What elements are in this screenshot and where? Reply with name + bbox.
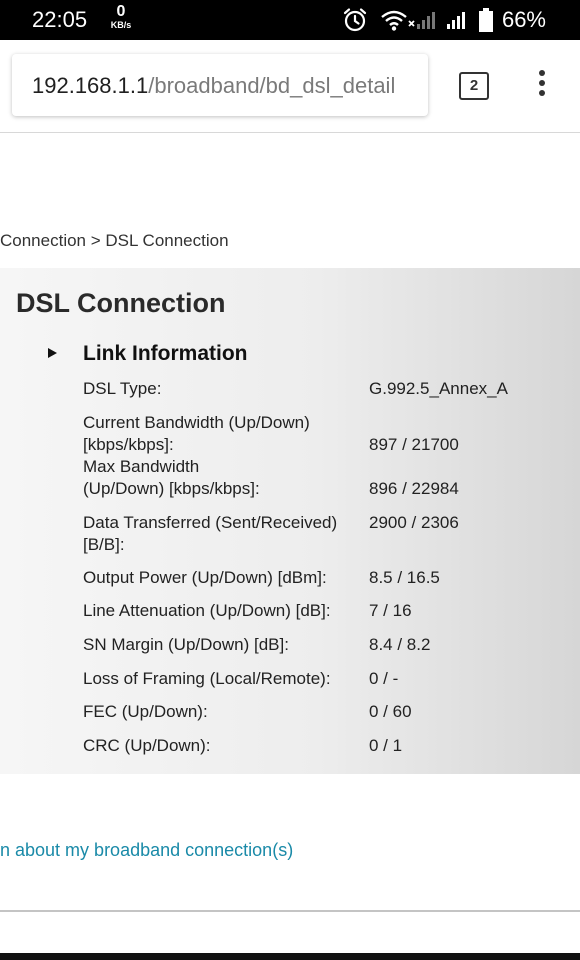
row-label-output-power: Output Power (Up/Down) [dBm]: [83,568,327,587]
row-label-current-bandwidth: Current Bandwidth (Up/Down) [kbps/kbps]: [83,413,310,454]
breadcrumb: Connection > DSL Connection [0,231,229,250]
row-value-fec: 0 / 60 [369,702,412,721]
row-label-crc: CRC (Up/Down): [83,736,211,755]
url-host: 192.168.1.1 [32,73,149,98]
row-value-output-power: 8.5 / 16.5 [369,568,440,587]
url-path: /broadband/bd_dsl_detail [148,73,396,98]
alarm-icon [342,7,368,33]
row-value-dsl-type: G.992.5_Annex_A [369,379,508,398]
row-value-max-bandwidth: 896 / 22984 [369,479,459,498]
row-label-loss-of-framing: Loss of Framing (Local/Remote): [83,669,331,688]
battery-icon [478,7,494,33]
row-label-max-bandwidth: Max Bandwidth (Up/Down) [kbps/kbps]: [83,457,260,498]
row-value-line-attenuation: 7 / 16 [369,601,412,620]
tab-switcher-button[interactable]: 2 [459,72,489,100]
navigation-bar-edge [0,953,580,960]
row-label-dsl-type: DSL Type: [83,379,162,398]
divider [0,910,580,912]
row-value-crc: 0 / 1 [369,736,403,755]
url-text[interactable]: 192.168.1.1/broadband/bd_dsl_detail [32,73,395,99]
row-value-data-transferred: 2900 / 2306 [369,513,459,532]
network-rate: 0 KB/s [104,4,138,30]
section-title-link-information[interactable]: Link Information [83,342,248,366]
broadband-info-link[interactable]: n about my broadband connection(s) [0,840,293,861]
status-icons: 66% [342,6,546,34]
row-label-sn-margin: SN Margin (Up/Down) [dB]: [83,635,289,654]
row-label-data-transferred: Data Transferred (Sent/Received) [B/B]: [83,513,338,554]
row-value-loss-of-framing: 0 / - [369,669,399,688]
page-title: DSL Connection [16,288,226,318]
overflow-menu-icon[interactable] [534,70,550,102]
status-time: 22:05 [32,7,88,32]
browser-toolbar: 192.168.1.1/broadband/bd_dsl_detail 2 [0,40,580,133]
address-bar[interactable]: 192.168.1.1/broadband/bd_dsl_detail [12,54,428,116]
battery-percent: 66% [501,7,546,32]
row-label-fec: FEC (Up/Down): [83,702,208,721]
network-rate-value: 0 [116,3,126,20]
row-value-sn-margin: 8.4 / 8.2 [369,635,431,654]
dsl-connection-panel: DSL Connection Link Information DSL Type… [0,268,580,774]
status-bar: 22:05 0 KB/s 66% [0,0,580,40]
row-label-line-attenuation: Line Attenuation (Up/Down) [dB]: [83,601,331,620]
wifi-icon [380,8,408,32]
network-rate-unit: KB/s [110,20,132,30]
expand-arrow-icon[interactable] [48,348,57,358]
row-value-current-bandwidth: 897 / 21700 [369,435,459,454]
signal-x-icon [408,8,440,32]
signal-icon [446,8,470,32]
